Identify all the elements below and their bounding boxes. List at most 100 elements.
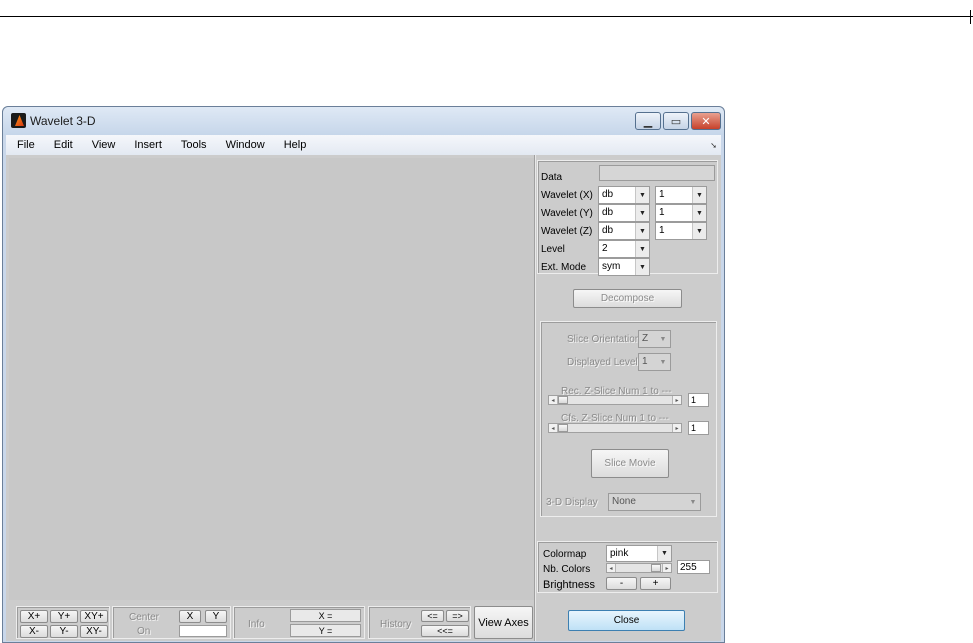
wavelet-y-label: Wavelet (Y) (541, 208, 593, 219)
displayed-level-popup[interactable]: 1 ▼ (638, 353, 671, 371)
chevron-down-icon: ▼ (635, 241, 649, 257)
zoom-x-plus-button[interactable]: X+ (20, 610, 48, 623)
slice-panel: Slice Orientation Z ▼ Displayed Level 1 ▼ … (540, 321, 717, 517)
wavelet-y-family-value: db (602, 207, 614, 218)
slider-right-arrow-icon[interactable]: ▸ (662, 564, 671, 572)
chevron-down-icon: ▼ (692, 187, 706, 203)
chevron-down-icon: ▼ (659, 358, 667, 366)
display-3d-popup[interactable]: None ▼ (608, 493, 701, 511)
slice-movie-button[interactable]: Slice Movie (591, 449, 669, 478)
rec-slice-slider[interactable]: ◂ ▸ (548, 395, 682, 405)
menu-edit[interactable]: Edit (43, 139, 81, 151)
axes-area[interactable] (9, 158, 535, 600)
brightness-minus-button[interactable]: - (606, 577, 637, 590)
level-value: 2 (602, 243, 608, 254)
zoom-xy-plus-button[interactable]: XY+ (80, 610, 108, 623)
rec-slice-field[interactable]: 1 (688, 393, 709, 407)
vertical-separator (534, 155, 536, 641)
zoom-y-plus-button[interactable]: Y+ (50, 610, 78, 623)
displayed-level-value: 1 (642, 356, 648, 367)
menu-file[interactable]: File (6, 139, 43, 151)
chevron-down-icon: ▼ (657, 546, 671, 561)
parameters-panel: Data Wavelet (X) db ▼ 1 ▼ Wavelet (Y) db ▼ … (537, 160, 718, 276)
center-y-button[interactable]: Y (205, 610, 227, 623)
colormap-popup[interactable]: pink ▼ (606, 545, 672, 562)
colormap-label: Colormap (543, 549, 587, 560)
history-back-button[interactable]: <= (421, 610, 444, 622)
menu-window[interactable]: Window (215, 139, 273, 151)
center-panel: Center On X Y (112, 606, 231, 639)
close-button[interactable]: Close (568, 610, 685, 631)
wavelet-x-label: Wavelet (X) (541, 190, 593, 201)
minimize-button[interactable]: ▁ (635, 112, 661, 130)
info-y-text: Y = (318, 626, 333, 636)
slice-orientation-value: Z (642, 333, 649, 344)
data-label: Data (541, 172, 563, 183)
slider-left-arrow-icon[interactable]: ◂ (549, 424, 558, 432)
ext-mode-value: sym (602, 261, 621, 272)
colormap-panel: Colormap pink ▼ Nb. Colors ◂ ▸ 255 Bright… (537, 541, 718, 593)
wavelet-x-number-popup[interactable]: 1 ▼ (655, 186, 707, 204)
wavelet-x-number-value: 1 (659, 189, 665, 200)
zoom-y-minus-button[interactable]: Y- (50, 625, 78, 638)
slider-left-arrow-icon[interactable]: ◂ (549, 396, 558, 404)
info-x-field: X = (290, 609, 361, 622)
history-label: History (380, 619, 412, 630)
chevron-down-icon: ▼ (635, 223, 649, 239)
title-bar[interactable]: Wavelet 3-D ▁ ▭ ✕ (3, 107, 724, 135)
chevron-down-icon: ▼ (635, 187, 649, 203)
wavelet-x-family-popup[interactable]: db ▼ (598, 186, 650, 204)
view-axes-button[interactable]: View Axes (474, 606, 533, 639)
slider-right-arrow-icon[interactable]: ▸ (672, 396, 681, 404)
wavelet-z-number-value: 1 (659, 225, 665, 236)
wavelet-z-number-popup[interactable]: 1 ▼ (655, 222, 707, 240)
maximize-icon: ▭ (670, 115, 682, 128)
slider-left-arrow-icon[interactable]: ◂ (607, 564, 616, 572)
brightness-plus-button[interactable]: + (640, 577, 671, 590)
history-panel: History <= => <<= (368, 606, 471, 639)
zoom-x-minus-button[interactable]: X- (20, 625, 48, 638)
menu-help[interactable]: Help (273, 139, 315, 151)
axes-tools-bar: X+ Y+ XY+ X- Y- XY- Center On X Y Info X… (9, 601, 535, 641)
center-label: Center (129, 612, 160, 623)
displayed-level-label: Displayed Level (567, 357, 638, 368)
wavelet-y-family-popup[interactable]: db ▼ (598, 204, 650, 222)
wavelet-z-family-popup[interactable]: db ▼ (598, 222, 650, 240)
chevron-down-icon: ▼ (635, 259, 649, 275)
zoom-xy-minus-button[interactable]: XY- (80, 625, 108, 638)
close-window-button[interactable]: ✕ (691, 112, 721, 130)
menu-tools[interactable]: Tools (170, 139, 215, 151)
slice-orientation-label: Slice Orientation (567, 334, 641, 345)
nb-colors-slider[interactable]: ◂ ▸ (606, 563, 672, 573)
center-on-field[interactable] (179, 625, 227, 637)
dock-arrow-icon[interactable]: ➘ (710, 141, 717, 150)
close-icon: ✕ (701, 115, 711, 128)
info-y-field: Y = (290, 624, 361, 637)
maximize-button[interactable]: ▭ (663, 112, 689, 130)
nb-colors-label: Nb. Colors (543, 564, 591, 575)
page-top-rule (0, 16, 973, 17)
menu-view[interactable]: View (81, 139, 124, 151)
history-forward-button[interactable]: => (446, 610, 469, 622)
history-reset-button[interactable]: <<= (421, 625, 469, 637)
wavelet-x-family-value: db (602, 189, 614, 200)
ext-mode-popup[interactable]: sym ▼ (598, 258, 650, 276)
slider-right-arrow-icon[interactable]: ▸ (672, 424, 681, 432)
slider-thumb[interactable] (651, 564, 661, 572)
chevron-down-icon: ▼ (659, 335, 667, 343)
decompose-button[interactable]: Decompose (573, 289, 682, 308)
cfs-slice-field[interactable]: 1 (688, 421, 709, 435)
wavelet-z-family-value: db (602, 225, 614, 236)
zoom-panel: X+ Y+ XY+ X- Y- XY- (16, 606, 110, 639)
slider-thumb[interactable] (558, 396, 568, 404)
center-x-button[interactable]: X (179, 610, 201, 623)
ext-mode-label: Ext. Mode (541, 262, 587, 273)
cfs-slice-slider[interactable]: ◂ ▸ (548, 423, 682, 433)
level-popup[interactable]: 2 ▼ (598, 240, 650, 258)
wavelet-y-number-popup[interactable]: 1 ▼ (655, 204, 707, 222)
nb-colors-field[interactable]: 255 (677, 560, 710, 574)
slider-thumb[interactable] (558, 424, 568, 432)
wavelet-z-label: Wavelet (Z) (541, 226, 593, 237)
slice-orientation-popup[interactable]: Z ▼ (638, 330, 671, 348)
menu-insert[interactable]: Insert (123, 139, 170, 151)
